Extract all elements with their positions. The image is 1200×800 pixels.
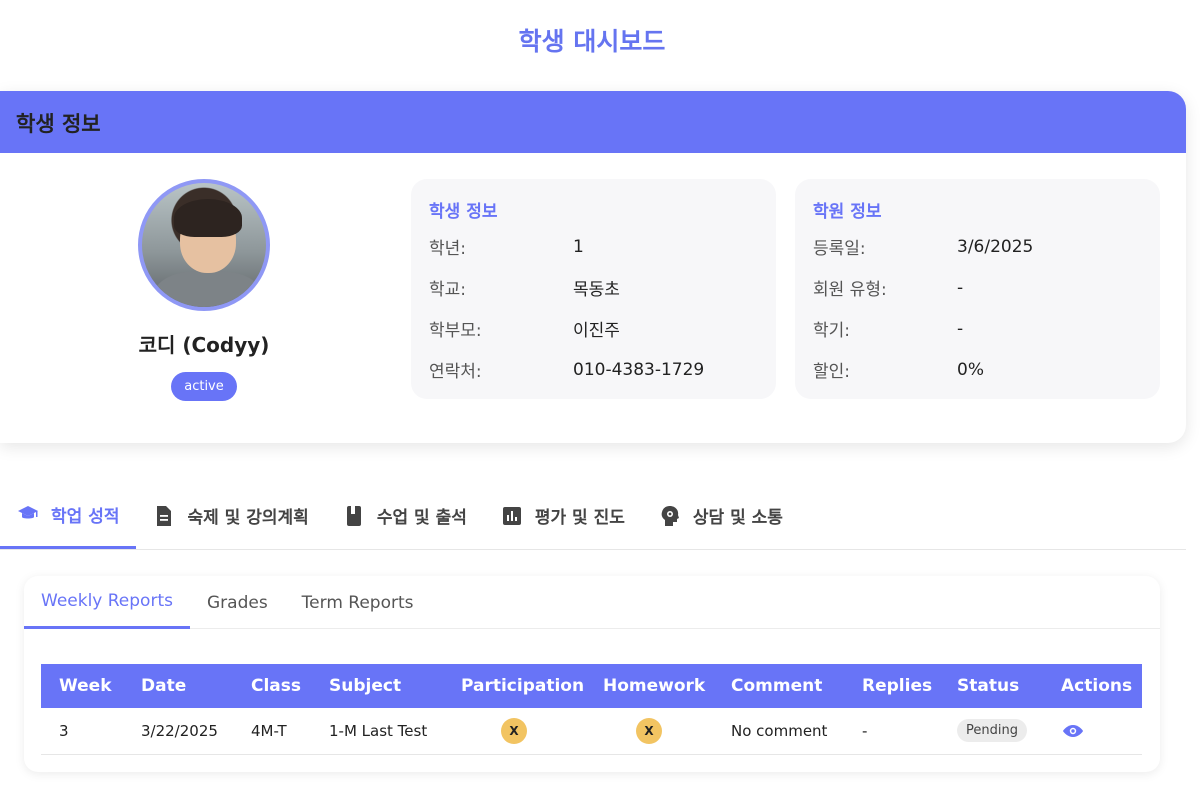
student-details-box: 학생 정보 학년: 1 학교: 목동초 학부모: 이진주 연락처: 010-43… [411,179,776,399]
discount-label: 할인: [813,362,851,382]
report-sub-tabs: Weekly Reports Grades Term Reports [24,576,1160,629]
page-title: 학생 대시보드 [518,27,666,56]
column-header[interactable]: Comment [713,664,844,708]
tab-weekly-reports[interactable]: Weekly Reports [24,576,190,629]
grade-label: 학년: [429,239,467,259]
week-cell: 3 [41,708,123,755]
detail-row-grade: 학년: 1 [429,226,776,267]
participation-badge: X [501,717,527,744]
parent-value: 이진주 [573,321,620,341]
discount-value: 0% [957,359,984,380]
actions-cell [1043,708,1142,755]
participation-cell: X [443,708,585,755]
weekly-reports-table: Week Date Class Subject Participation Ho… [41,664,1142,755]
tab-classes-attendance[interactable]: 수업 및 출석 [326,482,484,549]
semester-label: 학기: [813,321,851,341]
column-header[interactable]: Subject [311,664,443,708]
student-profile: 코디 (Codyy) active [104,179,304,401]
student-info-card: 학생 정보 코디 (Codyy) active 학생 정보 학년: 1 학교: … [0,91,1186,443]
pending-status-badge: Pending [957,719,1027,743]
school-value: 목동초 [573,280,620,300]
main-tabs: 학업 성적 숙제 및 강의계획 수업 및 출석 평가 및 진도 상담 및 소통 [0,482,1186,550]
tab-label: 수업 및 출석 [376,508,467,528]
homework-cell: X [585,708,713,755]
student-details-title: 학생 정보 [429,202,498,222]
tab-assessment-progress[interactable]: 평가 및 진도 [484,482,642,549]
table-row[interactable]: 3 3/22/2025 4M-T 1-M Last Test X X No co… [41,708,1142,755]
book-icon [343,505,365,527]
grade-value: 1 [573,236,584,257]
document-icon [153,505,175,527]
enroll-date-label: 등록일: [813,239,866,259]
student-name: 코디 (Codyy) [138,333,270,357]
column-header[interactable]: Week [41,664,123,708]
column-header[interactable]: Status [939,664,1043,708]
parent-label: 학부모: [429,321,482,341]
tab-grades[interactable]: Grades [190,576,285,629]
graduation-cap-icon [17,503,39,525]
tab-term-reports[interactable]: Term Reports [285,576,431,629]
comment-cell: No comment [713,708,844,755]
status-badge: active [171,372,237,401]
replies-cell: - [844,708,939,755]
column-header[interactable]: Actions [1043,664,1142,708]
eye-icon[interactable] [1061,719,1085,743]
detail-row-contact: 연락처: 010-4383-1729 [429,349,776,390]
tab-label: 평가 및 진도 [534,508,625,528]
detail-row-enroll-date: 등록일: 3/6/2025 [813,226,1160,267]
student-info-header: 학생 정보 [0,91,1186,153]
detail-row-school: 학교: 목동초 [429,267,776,308]
detail-row-member-type: 회원 유형: - [813,267,1160,308]
tab-label: 숙제 및 강의계획 [187,508,309,528]
contact-label: 연락처: [429,362,482,382]
semester-value: - [957,318,964,339]
academy-details-box: 학원 정보 등록일: 3/6/2025 회원 유형: - 학기: - 할인: 0… [795,179,1160,399]
detail-row-discount: 할인: 0% [813,349,1160,390]
table-header-row: Week Date Class Subject Participation Ho… [41,664,1142,708]
column-header[interactable]: Date [123,664,233,708]
homework-badge: X [636,717,662,744]
academy-details-title: 학원 정보 [813,202,882,222]
column-header[interactable]: Replies [844,664,939,708]
tab-label: 학업 성적 [51,506,120,527]
contact-value: 010-4383-1729 [573,359,705,380]
tab-counseling-communication[interactable]: 상담 및 소통 [642,482,800,549]
report-card: Weekly Reports Grades Term Reports Week … [24,576,1160,772]
tab-label: 상담 및 소통 [692,508,783,528]
head-gear-icon [659,505,681,527]
school-label: 학교: [429,280,467,300]
column-header[interactable]: Class [233,664,311,708]
bar-chart-icon [501,505,523,527]
column-header[interactable]: Homework [585,664,713,708]
status-cell: Pending [939,708,1043,755]
member-type-value: - [957,277,964,298]
column-header[interactable]: Participation [443,664,585,708]
member-type-label: 회원 유형: [813,280,887,300]
detail-row-parent: 학부모: 이진주 [429,308,776,349]
tab-academic-performance[interactable]: 학업 성적 [0,482,137,549]
avatar [138,179,270,311]
detail-row-semester: 학기: - [813,308,1160,349]
subject-cell: 1-M Last Test [311,708,443,755]
class-cell: 4M-T [233,708,311,755]
tab-homework-syllabus[interactable]: 숙제 및 강의계획 [136,482,325,549]
date-cell: 3/22/2025 [123,708,233,755]
enroll-date-value: 3/6/2025 [957,236,1034,257]
